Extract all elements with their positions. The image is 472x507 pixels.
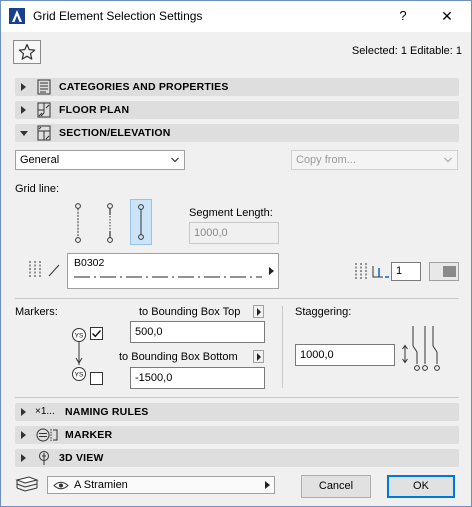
grid-line-full-button[interactable] xyxy=(67,201,89,245)
bbox-top-arrow-button[interactable] xyxy=(253,305,264,318)
expand-arrow-icon xyxy=(21,454,26,462)
section-label: 3D VIEW xyxy=(59,452,104,464)
select-arrow-icon xyxy=(265,481,270,489)
bbox-top-input[interactable]: 500,0 xyxy=(130,321,265,343)
separator xyxy=(15,298,459,299)
line-type-picker[interactable]: B0302 xyxy=(67,253,279,289)
archicad-app-icon xyxy=(9,8,25,24)
staggering-value: 1000,0 xyxy=(300,349,334,361)
section-elevation-header[interactable]: SECTION/ELEVATION xyxy=(15,124,459,142)
bbox-bottom-label: to Bounding Box Bottom xyxy=(119,351,238,363)
marker-diagram-icon: YS YS xyxy=(72,328,86,381)
section-floor-plan-header[interactable]: FLOOR PLAN xyxy=(15,101,459,119)
bbox-top-label: to Bounding Box Top xyxy=(139,306,241,318)
section-categories-header[interactable]: CATEGORIES AND PROPERTIES xyxy=(15,78,459,96)
marker-bottom-checkbox[interactable] xyxy=(90,372,103,385)
grid-line-none-icon xyxy=(138,204,144,240)
marker-top-checkbox[interactable] xyxy=(90,327,103,340)
layers-icon xyxy=(15,476,39,492)
grid-line-label: Grid line: xyxy=(15,183,60,195)
collapse-arrow-icon xyxy=(20,131,28,136)
separator xyxy=(15,397,459,398)
section-3d-view-header[interactable]: 3D VIEW xyxy=(15,449,459,467)
pen-number-value: 1 xyxy=(396,265,403,277)
layer-select-value: A Stramien xyxy=(74,479,128,491)
chevron-down-icon xyxy=(444,157,452,163)
line-pattern-preview xyxy=(74,276,262,278)
properties-list-icon xyxy=(37,79,51,95)
segment-length-value: 1000,0 xyxy=(194,227,228,239)
section-marker-header[interactable]: MARKER xyxy=(15,426,459,444)
help-button[interactable]: ? xyxy=(389,5,417,27)
svg-text:YS: YS xyxy=(75,372,84,379)
pen-type-icon xyxy=(355,263,389,279)
section-label: NAMING RULES xyxy=(65,406,149,418)
expand-arrow-icon xyxy=(21,106,26,114)
pen-color-fill xyxy=(443,266,456,277)
chevron-down-icon xyxy=(171,157,179,163)
vertical-separator xyxy=(282,306,283,388)
grid-line-partial-icon xyxy=(107,203,113,243)
eye-icon xyxy=(53,481,69,490)
bbox-top-value: 500,0 xyxy=(135,326,163,338)
cancel-button[interactable]: Cancel xyxy=(301,475,371,498)
floor-plan-icon xyxy=(37,102,51,118)
expand-arrow-icon xyxy=(21,431,26,439)
markers-label: Markers: xyxy=(15,306,58,318)
star-icon xyxy=(18,43,36,60)
mode-select-value: General xyxy=(20,154,60,166)
ok-button[interactable]: OK xyxy=(387,475,455,498)
bbox-bottom-arrow-button[interactable] xyxy=(253,350,264,363)
dialog-window: Grid Element Selection Settings ? ✕ Sele… xyxy=(0,0,472,507)
selection-count: Selected: 1 Editable: 1 xyxy=(351,45,462,57)
bbox-bottom-input[interactable]: -1500,0 xyxy=(130,367,265,389)
3d-view-icon xyxy=(39,451,49,465)
marker-icon xyxy=(36,428,58,442)
svg-text:YS: YS xyxy=(75,333,84,340)
pen-color-swatch[interactable] xyxy=(429,262,459,281)
grid-line-partial-button[interactable] xyxy=(99,201,121,245)
expand-arrow-icon xyxy=(21,408,26,416)
expand-arrow-icon xyxy=(21,83,26,91)
favorites-button[interactable] xyxy=(13,40,41,64)
copy-from-select[interactable]: Copy from... xyxy=(291,150,458,170)
naming-rules-icon: ×1... xyxy=(35,406,55,417)
staggering-input[interactable]: 1000,0 xyxy=(295,344,395,366)
copy-from-placeholder: Copy from... xyxy=(296,154,356,166)
section-label: MARKER xyxy=(65,429,113,441)
section-elevation-icon xyxy=(37,125,51,141)
line-type-name: B0302 xyxy=(74,257,105,269)
window-title: Grid Element Selection Settings xyxy=(33,9,203,23)
pen-number-input[interactable]: 1 xyxy=(391,262,421,281)
title-bar: Grid Element Selection Settings ? ✕ xyxy=(1,1,471,32)
close-button[interactable]: ✕ xyxy=(433,5,461,27)
section-label: SECTION/ELEVATION xyxy=(59,127,171,139)
grid-line-none-button[interactable] xyxy=(130,199,152,245)
picker-arrow-icon xyxy=(269,267,274,275)
line-type-icon xyxy=(29,261,60,277)
grid-line-full-icon xyxy=(75,203,81,243)
layer-select[interactable]: A Stramien xyxy=(47,476,275,494)
segment-length-input[interactable]: 1000,0 xyxy=(189,222,279,244)
section-label: FLOOR PLAN xyxy=(59,104,130,116)
staggering-label: Staggering: xyxy=(295,306,352,318)
section-naming-rules-header[interactable]: ×1... NAMING RULES xyxy=(15,403,459,421)
bbox-bottom-value: -1500,0 xyxy=(135,372,173,384)
checkmark-icon xyxy=(92,330,102,338)
staggering-icon xyxy=(402,326,440,371)
mode-select[interactable]: General xyxy=(15,150,185,170)
section-label: CATEGORIES AND PROPERTIES xyxy=(59,81,229,93)
segment-length-label: Segment Length: xyxy=(189,207,273,219)
